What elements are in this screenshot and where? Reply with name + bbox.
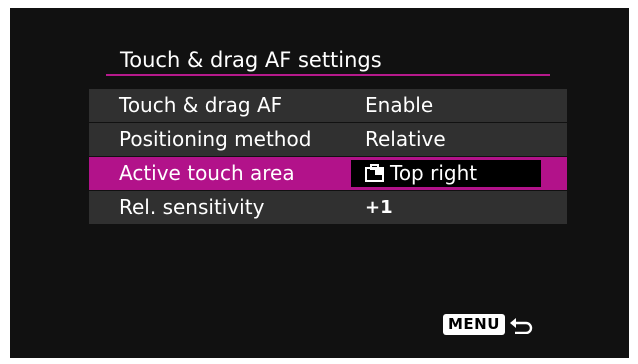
menu-row-rel-sensitivity[interactable]: Rel. sensitivity +1	[89, 191, 567, 224]
menu-row-value: Top right	[365, 157, 477, 190]
menu-row-positioning-method[interactable]: Positioning method Relative	[89, 123, 567, 156]
menu-back-button[interactable]: MENU	[443, 311, 533, 337]
camera-menu-screen: Touch & drag AF settings Touch & drag AF…	[10, 8, 629, 358]
menu-button-label: MENU	[443, 313, 505, 335]
menu-row-value: +1	[365, 197, 393, 218]
menu-row-touch-drag-af[interactable]: Touch & drag AF Enable	[89, 89, 567, 122]
menu-row-label: Rel. sensitivity	[119, 195, 265, 219]
touch-area-top-right-icon	[365, 164, 384, 182]
title-underline	[106, 74, 550, 76]
menu-row-label: Active touch area	[119, 161, 295, 185]
return-arrow-icon	[509, 318, 533, 334]
menu-row-value: Enable	[365, 93, 434, 117]
menu-row-value: Relative	[365, 127, 446, 151]
menu-row-active-touch-area[interactable]: Active touch area Top right	[89, 157, 567, 190]
menu-row-label: Positioning method	[119, 127, 312, 151]
settings-list: Touch & drag AF Enable Positioning metho…	[89, 89, 567, 225]
menu-row-value-text: Top right	[390, 161, 478, 185]
menu-row-label: Touch & drag AF	[119, 93, 283, 117]
screen-title: Touch & drag AF settings	[120, 48, 382, 72]
